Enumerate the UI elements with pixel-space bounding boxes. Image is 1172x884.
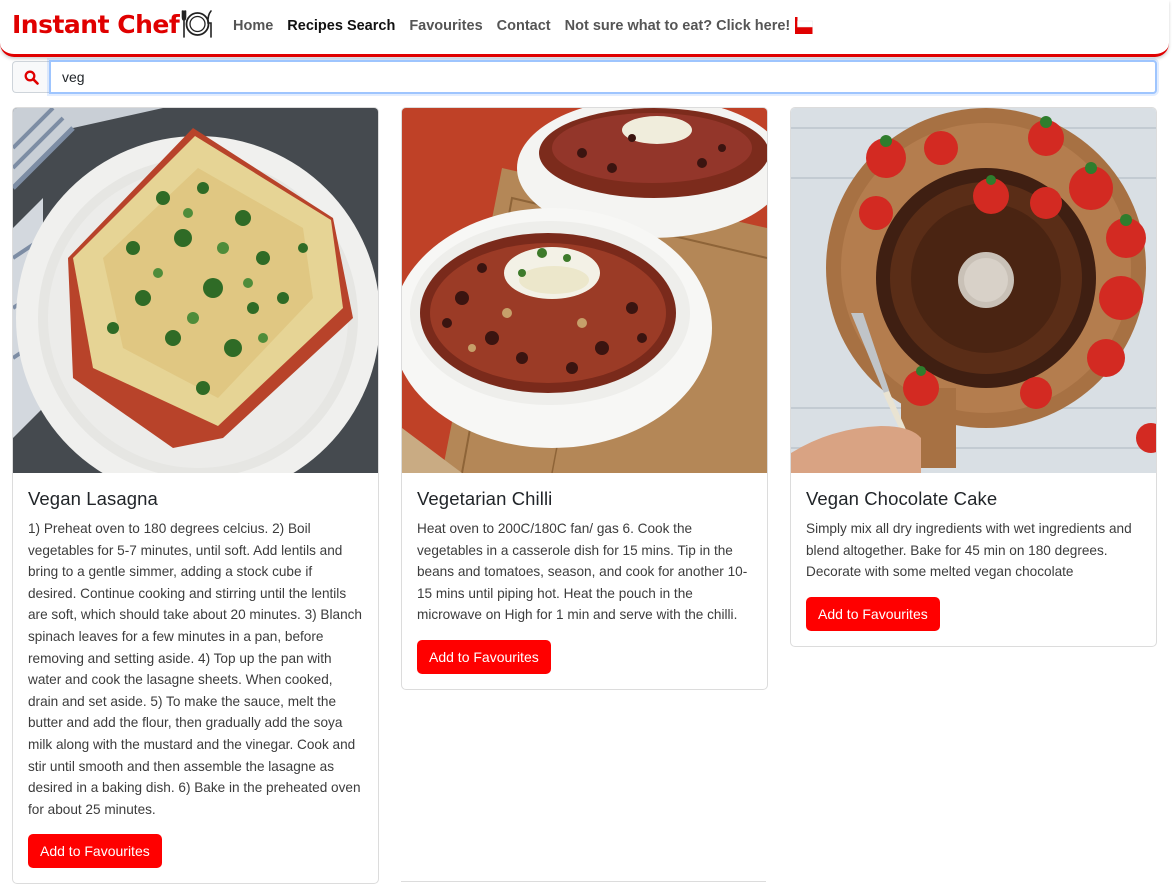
search-icon [24, 70, 39, 85]
recipe-card-body: Vegan Lasagna 1) Preheat oven to 180 deg… [13, 473, 378, 883]
add-to-favourites-button[interactable]: Add to Favourites [28, 834, 162, 869]
nav-favourites[interactable]: Favourites [409, 18, 482, 34]
vegan-chocolate-cake-photo [791, 108, 1156, 473]
flag-icon[interactable] [793, 15, 815, 37]
vegetarian-chilli-photo [402, 108, 767, 473]
nav-recipes-search[interactable]: Recipes Search [287, 18, 395, 34]
recipe-title: Vegan Chocolate Cake [806, 488, 998, 509]
add-to-favourites-button[interactable]: Add to Favourites [417, 639, 551, 674]
recipe-instructions: Simply mix all dry ingredients with wet … [806, 521, 1132, 580]
navbar: Instant Chef Home Recipes Search Favouri… [0, 0, 1169, 57]
recipe-title: Vegetarian Chilli [417, 488, 553, 509]
nav-home[interactable]: Home [233, 18, 273, 34]
brand-name: Instant Chef [12, 9, 180, 39]
brand-logo[interactable]: Instant Chef [12, 8, 214, 40]
recipe-card-body: Vegan Chocolate Cake Simply mix all dry … [791, 473, 1156, 646]
recipe-card: Vegetarian Chilli Heat oven to 200C/180C… [401, 107, 768, 690]
search-input[interactable] [49, 60, 1157, 94]
plate-fork-knife-icon [181, 10, 213, 38]
add-to-favourites-button[interactable]: Add to Favourites [806, 596, 940, 631]
nav-random-recipe-label: Not sure what to eat? Click here! [564, 18, 791, 34]
recipe-instructions: 1) Preheat oven to 180 degrees celcius. … [28, 521, 362, 817]
main-nav: Home Recipes Search Favourites Contact N… [226, 15, 815, 37]
recipe-card: Vegan Lasagna 1) Preheat oven to 180 deg… [12, 107, 379, 884]
recipe-instructions: Heat oven to 200C/180C fan/ gas 6. Cook … [417, 521, 748, 623]
vegan-lasagna-photo [13, 108, 378, 473]
recipe-card: Vegan Chocolate Cake Simply mix all dry … [790, 107, 1157, 647]
nav-contact[interactable]: Contact [497, 18, 551, 34]
search-button[interactable] [12, 61, 49, 93]
nav-random-recipe[interactable]: Not sure what to eat? Click here! [565, 18, 791, 34]
search-bar [12, 60, 1157, 94]
recipe-title: Vegan Lasagna [28, 488, 158, 509]
recipe-card-body: Vegetarian Chilli Heat oven to 200C/180C… [402, 473, 767, 689]
